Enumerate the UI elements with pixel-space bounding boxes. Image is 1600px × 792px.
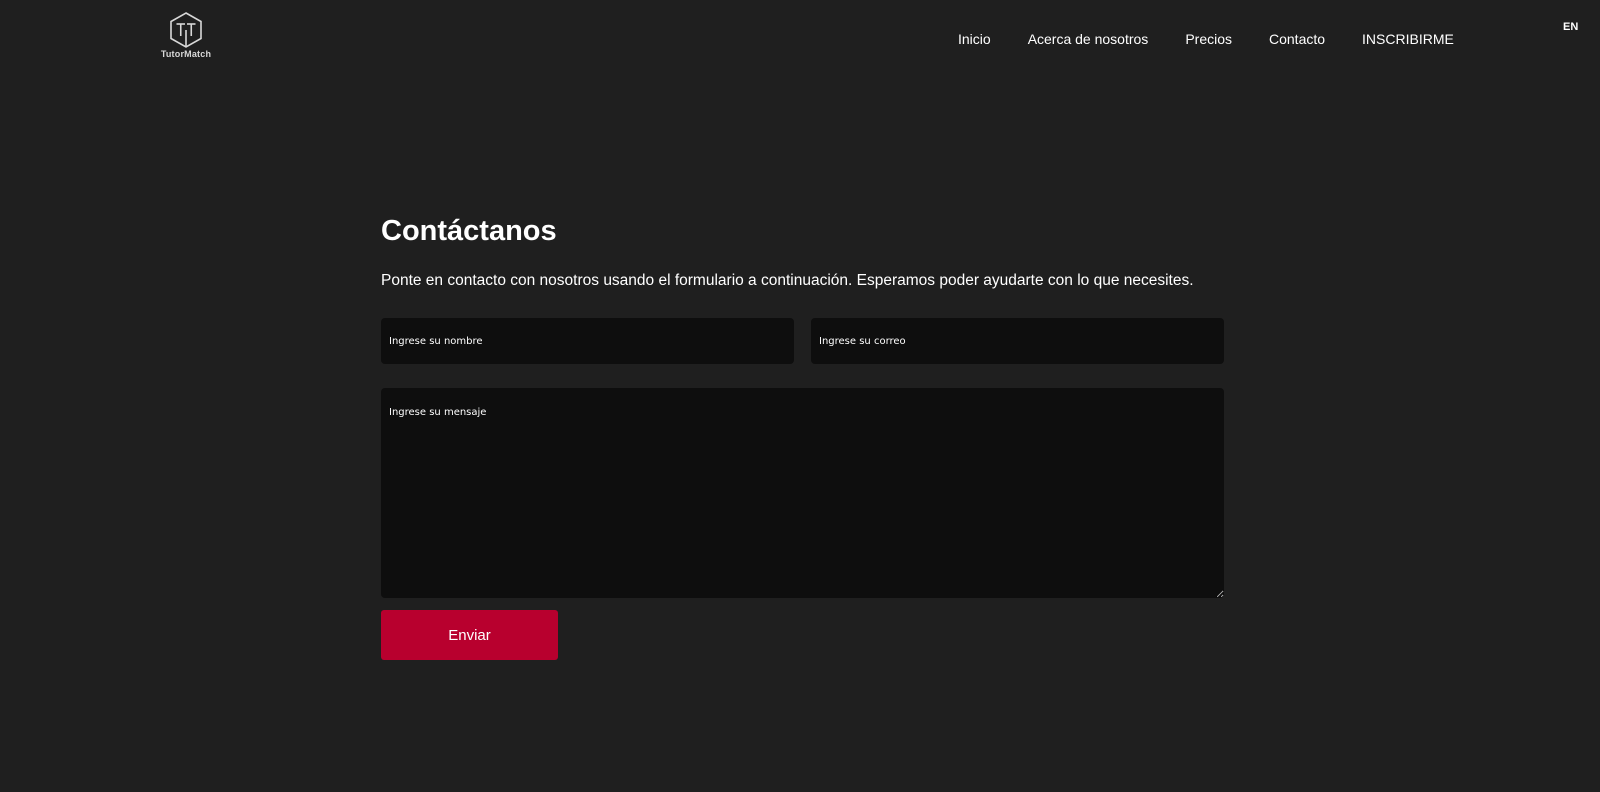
contact-section: Contáctanos Ponte en contacto con nosotr… — [381, 212, 1224, 660]
contact-page: TutorMatch Inicio Acerca de nosotros Pre… — [0, 0, 1600, 792]
email-input[interactable] — [811, 318, 1224, 364]
nav-item-precios[interactable]: Precios — [1185, 31, 1232, 47]
nav-item-contacto[interactable]: Contacto — [1269, 31, 1325, 47]
nav-item-inicio[interactable]: Inicio — [958, 31, 991, 47]
nav-item-inscribirme[interactable]: INSCRIBIRME — [1362, 31, 1454, 47]
page-title: Contáctanos — [381, 215, 557, 247]
form-row — [381, 318, 1224, 364]
language-toggle[interactable]: EN — [1563, 21, 1578, 33]
main-nav: Inicio Acerca de nosotros Precios Contac… — [958, 31, 1454, 47]
brand-logo[interactable]: TutorMatch — [158, 12, 214, 59]
nav-item-acerca[interactable]: Acerca de nosotros — [1028, 31, 1149, 47]
name-input[interactable] — [381, 318, 794, 364]
page-subtitle: Ponte en contacto con nosotros usando el… — [381, 272, 1194, 289]
brand-name: TutorMatch — [160, 49, 212, 59]
tutormatch-logo-icon — [170, 12, 202, 48]
send-button[interactable]: Enviar — [381, 610, 558, 660]
message-textarea[interactable] — [381, 388, 1224, 598]
contact-form: Enviar — [381, 318, 1224, 660]
